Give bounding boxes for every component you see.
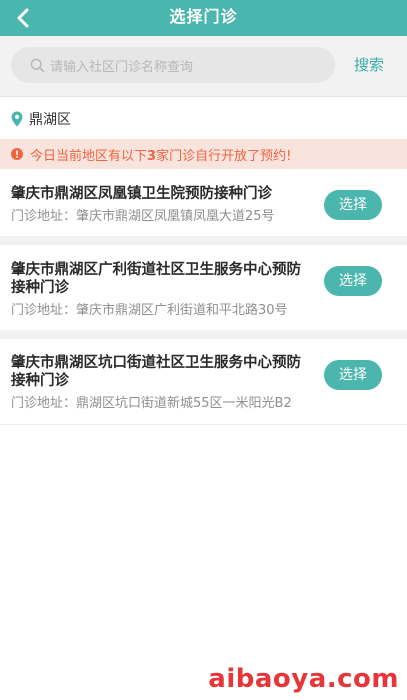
address-value: 肇庆市鼎湖区广利街道和平北路30号 [76,303,288,318]
address-label: 门诊地址： [11,303,77,318]
select-button[interactable]: 选择 [324,190,382,220]
page-title: 选择门诊 [169,7,238,26]
search-placeholder: 请输入社区门诊名称查询 [50,59,194,75]
clinic-address: 门诊地址：鼎湖区坑口街道新城55区一米阳光B2 [11,395,407,413]
location-row[interactable]: 鼎湖区 [0,100,407,138]
watermark-text: aibaoya.com [208,664,399,694]
clinic-name: 肇庆市鼎湖区凤凰镇卫生院预防接种门诊 [11,186,272,202]
clinic-card: 肇庆市鼎湖区广利街道社区卫生服务中心预防接种门诊 门诊地址：肇庆市鼎湖区广利街道… [0,245,407,339]
clinic-address: 门诊地址：肇庆市鼎湖区广利街道和平北路30号 [11,302,407,320]
notice-text: 今日当前地区有以下3家门诊自行开放了预约! [30,145,291,164]
search-icon [30,58,45,73]
top-bar: 选择门诊 [0,0,407,36]
clinic-list: 肇庆市鼎湖区凤凰镇卫生院预防接种门诊 门诊地址：肇庆市鼎湖区凤凰镇凤凰大道25号… [0,169,407,425]
search-button[interactable]: 搜索 [346,47,392,83]
notice-prefix: 今日当前地区有以下 [30,148,148,164]
search-input[interactable]: 请输入社区门诊名称查询 [11,47,335,83]
address-label: 门诊地址： [11,396,77,411]
alert-circle-icon [11,148,23,160]
search-bar: 请输入社区门诊名称查询 搜索 [0,36,407,97]
notice-banner: 今日当前地区有以下3家门诊自行开放了预约! [0,139,407,169]
notice-suffix: 家门诊自行开放了预约! [156,148,292,164]
clinic-name: 肇庆市鼎湖区坑口街道社区卫生服务中心预防接种门诊 [11,355,301,389]
address-value: 肇庆市鼎湖区凤凰镇凤凰大道25号 [76,209,275,224]
clinic-card: 肇庆市鼎湖区坑口街道社区卫生服务中心预防接种门诊 门诊地址：鼎湖区坑口街道新城5… [0,339,407,425]
clinic-card: 肇庆市鼎湖区凤凰镇卫生院预防接种门诊 门诊地址：肇庆市鼎湖区凤凰镇凤凰大道25号… [0,169,407,245]
address-label: 门诊地址： [11,209,77,224]
select-button[interactable]: 选择 [324,360,382,390]
clinic-name: 肇庆市鼎湖区广利街道社区卫生服务中心预防接种门诊 [11,262,301,296]
map-pin-icon [11,111,23,127]
address-value: 鼎湖区坑口街道新城55区一米阳光B2 [76,396,292,411]
district-label: 鼎湖区 [29,112,71,128]
notice-count: 3 [147,148,157,164]
select-button[interactable]: 选择 [324,266,382,296]
